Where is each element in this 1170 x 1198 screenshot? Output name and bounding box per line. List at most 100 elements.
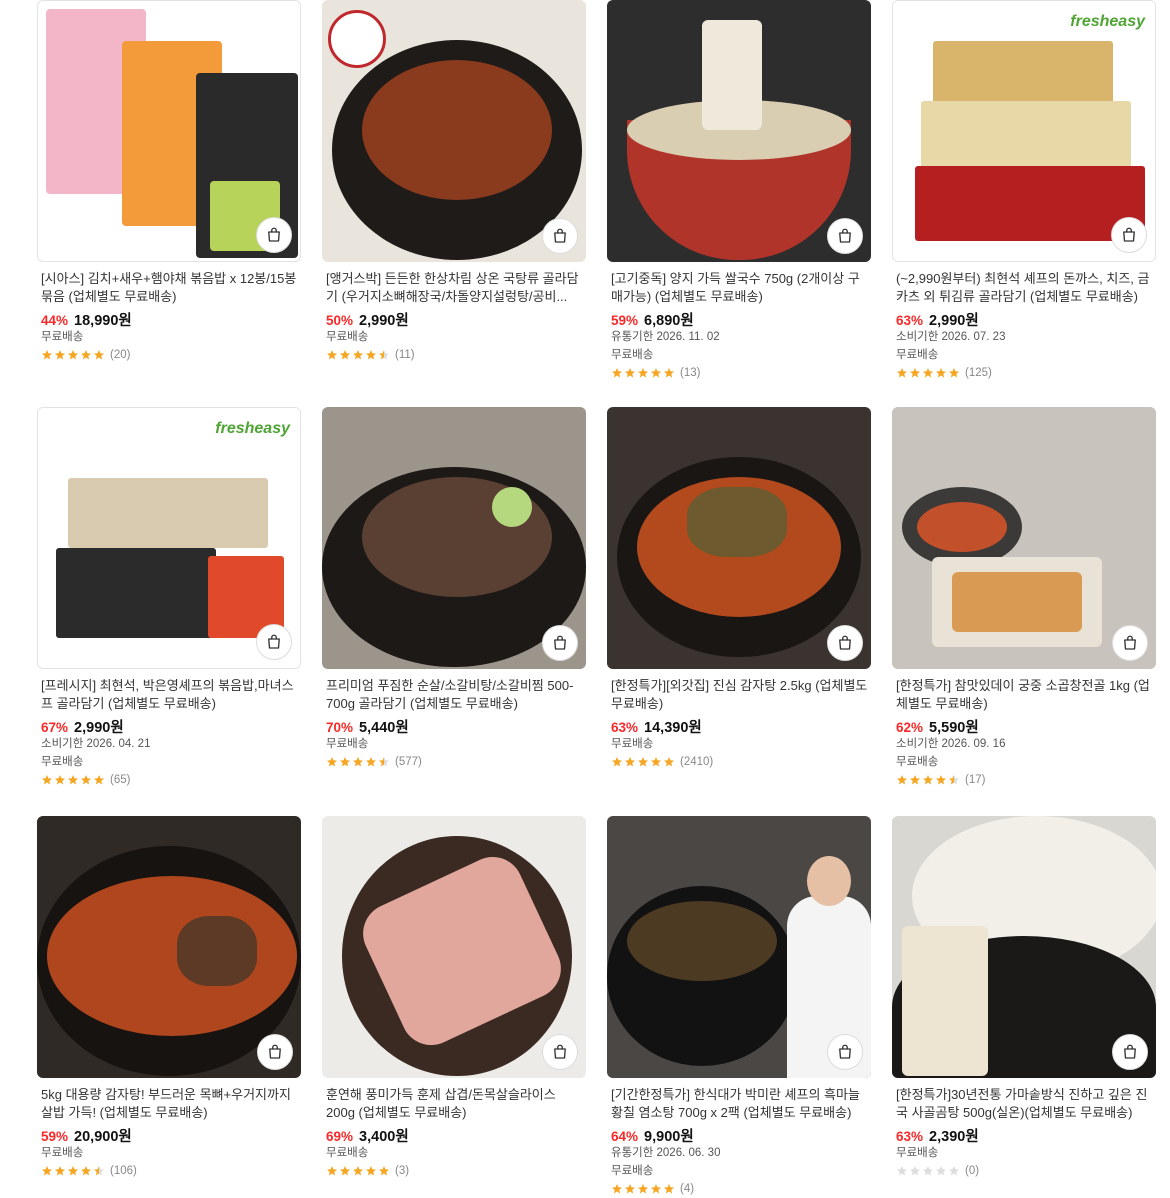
star-icon <box>55 350 65 360</box>
product-image[interactable] <box>607 0 871 262</box>
product-title[interactable]: [한정특가][외갓집] 진심 감자탕 2.5kg (업체별도 무료배송) <box>607 677 871 713</box>
product-title[interactable]: [프레시지] 최현석, 박은영셰프의 볶음밥,마녀스프 골라담기 (업체별도 무… <box>37 677 301 713</box>
add-to-cart-button[interactable] <box>542 218 578 254</box>
rating: (2410) <box>607 753 871 771</box>
product-image[interactable] <box>322 0 586 262</box>
star-icon <box>910 368 920 378</box>
product-title[interactable]: 훈연해 풍미가득 훈제 삽겹/돈목살슬라이스 200g (업체별도 무료배송) <box>322 1086 586 1122</box>
star-icon <box>949 1166 959 1176</box>
star-rating <box>41 349 105 361</box>
star-rating <box>326 349 390 361</box>
product-title[interactable]: [한정특가] 참맛있데이 궁중 소곱창전골 1kg (업체별도 무료배송) <box>892 677 1156 713</box>
product-image[interactable] <box>37 0 301 262</box>
product-title[interactable]: (~2,990원부터) 최현석 셰프의 돈까스, 치즈, 금카츠 외 튀김류 골… <box>892 270 1156 306</box>
product-card[interactable]: [한정특가][외갓집] 진심 감자탕 2.5kg (업체별도 무료배송) 63%… <box>607 407 871 771</box>
discount-rate: 59% <box>41 1129 69 1144</box>
star-icon <box>923 775 933 785</box>
product-image[interactable] <box>322 816 586 1078</box>
add-to-cart-button[interactable] <box>827 625 863 661</box>
add-to-cart-button[interactable] <box>257 1034 293 1070</box>
star-icon <box>910 775 920 785</box>
shopping-bag-icon <box>1121 634 1139 652</box>
product-image[interactable] <box>607 816 871 1078</box>
star-icon <box>379 1166 389 1176</box>
star-icon <box>664 757 674 767</box>
rating: (65) <box>37 771 301 789</box>
add-to-cart-button[interactable] <box>827 218 863 254</box>
star-icon <box>55 1166 65 1176</box>
star-rating <box>41 774 105 786</box>
add-to-cart-button[interactable] <box>256 217 292 253</box>
product-card[interactable]: 5kg 대용량 감자탕! 부드러운 목뼈+우거지까지 살밥 가득! (업체별도 … <box>37 816 301 1180</box>
product-title[interactable]: [고기중독] 양지 가득 쌀국수 750g (2개이상 구매가능) (업체별도 … <box>607 270 871 306</box>
product-card[interactable]: fresheasy (~2,990원부터) 최현석 셰프의 돈까스, 치즈, 금… <box>892 0 1156 382</box>
sale-price: 2,390원 <box>929 1129 979 1145</box>
product-image[interactable] <box>322 407 586 669</box>
add-to-cart-button[interactable] <box>1112 1034 1148 1070</box>
product-title[interactable]: 5kg 대용량 감자탕! 부드러운 목뼈+우거지까지 살밥 가득! (업체별도 … <box>37 1086 301 1122</box>
star-icon <box>353 350 363 360</box>
shipping-info: 무료배송 <box>41 1147 84 1159</box>
star-icon <box>651 757 661 767</box>
star-icon <box>651 1184 661 1194</box>
star-icon <box>81 350 91 360</box>
price-row: 67% 2,990원 <box>37 716 301 736</box>
review-count: (13) <box>680 367 701 379</box>
star-icon <box>366 1166 376 1176</box>
star-icon <box>936 368 946 378</box>
product-title[interactable]: [한정특가]30년전통 가마솥방식 진하고 깊은 진국 사골곰탕 500g(실온… <box>892 1086 1156 1122</box>
product-card[interactable]: [앵거스박] 든든한 한상차림 상온 국탕류 골라담기 (우거지소뼈해장국/차돌… <box>322 0 586 364</box>
product-card[interactable]: [한정특가] 참맛있데이 궁중 소곱창전골 1kg (업체별도 무료배송) 62… <box>892 407 1156 789</box>
shipping-info: 무료배송 <box>611 738 654 750</box>
add-to-cart-button[interactable] <box>542 1034 578 1070</box>
product-card[interactable]: [기간한정특가] 한식대가 박미란 셰프의 흑마늘 황칠 염소탕 700g x … <box>607 816 871 1198</box>
star-icon <box>638 1184 648 1194</box>
shipping-info: 무료배송 <box>611 349 654 361</box>
add-to-cart-button[interactable] <box>827 1034 863 1070</box>
product-card[interactable]: 훈연해 풍미가득 훈제 삽겹/돈목살슬라이스 200g (업체별도 무료배송) … <box>322 816 586 1180</box>
star-icon <box>923 1166 933 1176</box>
star-icon <box>42 350 52 360</box>
product-card[interactable]: [시아스] 김치+새우+햄야채 볶음밥 x 12봉/15봉 묶음 (업체별도 무… <box>37 0 301 364</box>
product-card[interactable]: fresheasy [프레시지] 최현석, 박은영셰프의 볶음밥,마녀스프 골라… <box>37 407 301 789</box>
add-to-cart-button[interactable] <box>1112 625 1148 661</box>
star-icon <box>638 368 648 378</box>
product-card[interactable]: [한정특가]30년전통 가마솥방식 진하고 깊은 진국 사골곰탕 500g(실온… <box>892 816 1156 1180</box>
star-icon <box>353 757 363 767</box>
add-to-cart-button[interactable] <box>256 624 292 660</box>
shopping-bag-icon <box>266 1043 284 1061</box>
product-title[interactable]: [시아스] 김치+새우+햄야채 볶음밥 x 12봉/15봉 묶음 (업체별도 무… <box>37 270 301 306</box>
discount-rate: 44% <box>41 313 69 328</box>
shipping-info: 무료배송 <box>41 756 84 768</box>
product-title[interactable]: 프리미엄 푸짐한 순살/소갈비탕/소갈비찜 500-700g 골라담기 (업체별… <box>322 677 586 713</box>
shipping-info: 무료배송 <box>611 1165 654 1177</box>
product-image[interactable]: fresheasy <box>892 0 1156 262</box>
star-icon <box>68 350 78 360</box>
price-row: 59% 6,890원 <box>607 309 871 329</box>
shopping-bag-icon <box>1120 226 1138 244</box>
product-card[interactable]: [고기중독] 양지 가득 쌀국수 750g (2개이상 구매가능) (업체별도 … <box>607 0 871 382</box>
product-title[interactable]: [기간한정특가] 한식대가 박미란 셰프의 흑마늘 황칠 염소탕 700g x … <box>607 1086 871 1122</box>
price-row: 50% 2,990원 <box>322 309 586 329</box>
star-rating <box>896 367 960 379</box>
product-image[interactable]: fresheasy <box>37 407 301 669</box>
product-title[interactable]: [앵거스박] 든든한 한상차림 상온 국탕류 골라담기 (우거지소뼈해장국/차돌… <box>322 270 586 306</box>
discount-rate: 63% <box>896 1129 924 1144</box>
review-count: (106) <box>110 1165 137 1177</box>
price-row: 63% 2,390원 <box>892 1125 1156 1145</box>
product-image[interactable] <box>607 407 871 669</box>
product-image[interactable] <box>37 816 301 1078</box>
add-to-cart-button[interactable] <box>1111 217 1147 253</box>
expiry-date: 소비기한 2026. 09. 16 <box>896 738 1006 750</box>
sale-price: 6,890원 <box>644 313 694 329</box>
rating: (13) <box>607 364 871 382</box>
star-icon <box>94 350 104 360</box>
product-image[interactable] <box>892 407 1156 669</box>
product-card[interactable]: 프리미엄 푸짐한 순살/소갈비탕/소갈비찜 500-700g 골라담기 (업체별… <box>322 407 586 771</box>
add-to-cart-button[interactable] <box>542 625 578 661</box>
product-image[interactable] <box>892 816 1156 1078</box>
review-count: (125) <box>965 367 992 379</box>
shopping-bag-icon <box>265 226 283 244</box>
price-row: 62% 5,590원 <box>892 716 1156 736</box>
price-row: 44% 18,990원 <box>37 309 301 329</box>
